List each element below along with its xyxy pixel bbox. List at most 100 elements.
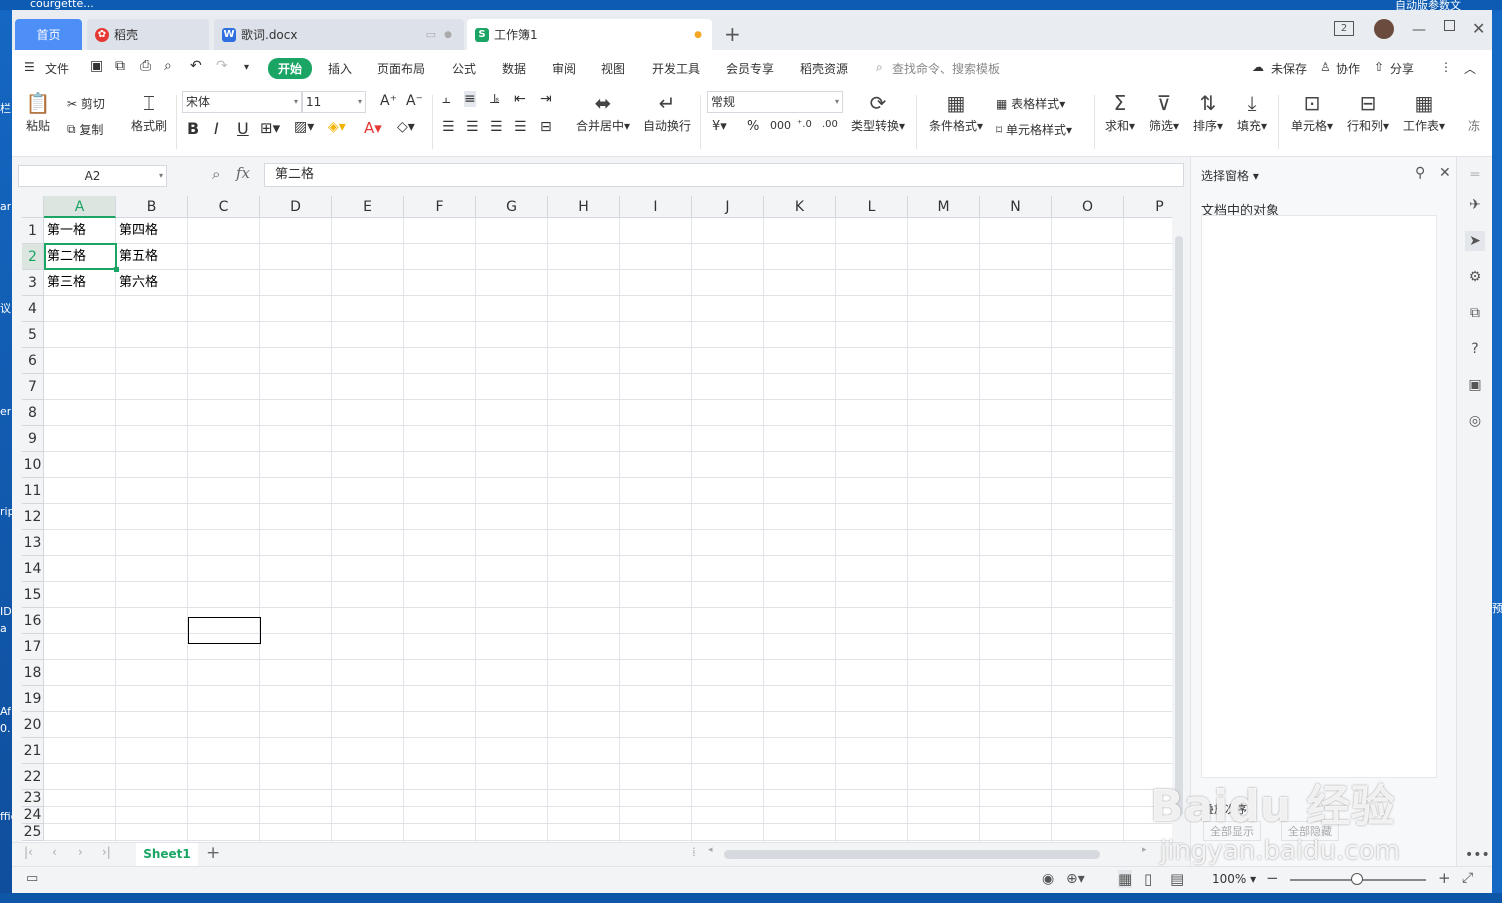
minimize-icon[interactable]: — <box>1412 22 1426 38</box>
row-header[interactable]: 21 <box>22 738 44 764</box>
print-preview-icon[interactable]: ⌕ <box>164 58 172 74</box>
row-header[interactable]: 18 <box>22 660 44 686</box>
menu-file[interactable]: 文件 <box>45 60 69 77</box>
table-style-button[interactable]: ▦ 表格样式 ▾ <box>996 95 1065 112</box>
tab-doc[interactable]: W 歌词.docx ▭ ● <box>214 19 464 50</box>
zoom-in-icon[interactable]: + <box>1438 869 1451 887</box>
avatar[interactable] <box>1374 19 1394 39</box>
first-sheet-icon[interactable]: |‹ <box>24 845 33 859</box>
column-header[interactable]: M <box>908 196 980 218</box>
scroll-left-icon[interactable]: ◂ <box>708 845 713 855</box>
grow-font-icon[interactable]: A⁺ <box>380 93 397 109</box>
column-header[interactable]: B <box>116 196 188 218</box>
menu-page-layout[interactable]: 页面布局 <box>377 60 425 77</box>
eye-protection-icon[interactable]: ◉ <box>1042 871 1054 887</box>
justify-icon[interactable]: ☰ <box>514 119 527 135</box>
undo-icon[interactable]: ↶ <box>190 58 202 74</box>
cell-button[interactable]: ⊡ 单元格▾ <box>1288 89 1336 134</box>
row-header[interactable]: 2 <box>22 244 44 270</box>
cell-B3[interactable]: 第六格 <box>116 270 188 296</box>
menu-member[interactable]: 会员专享 <box>726 60 774 77</box>
fill-color-icon[interactable]: ◈▾ <box>328 119 346 135</box>
normal-view-icon[interactable]: ▦ <box>1118 870 1133 888</box>
column-header[interactable]: O <box>1052 196 1124 218</box>
export-icon[interactable]: ⧉ <box>115 58 125 74</box>
cell-B2[interactable]: 第五格 <box>116 244 188 270</box>
freeze-button[interactable]: 冻 <box>1464 117 1484 134</box>
next-sheet-icon[interactable]: › <box>78 845 83 859</box>
pages-icon[interactable]: ⧉ <box>1465 303 1485 323</box>
row-header[interactable]: 25 <box>22 824 44 841</box>
save-icon[interactable]: ▣ <box>90 58 103 74</box>
clear-icon[interactable]: ◇▾ <box>397 119 415 135</box>
wrap-text-button[interactable]: ↵ 自动换行 <box>640 89 694 134</box>
worksheet-button[interactable]: ▦ 工作表▾ <box>1400 89 1448 134</box>
menu-daoke-resources[interactable]: 稻壳资源 <box>800 60 848 77</box>
row-header[interactable]: 23 <box>22 790 44 807</box>
prev-sheet-icon[interactable]: ‹ <box>52 845 57 859</box>
row-header[interactable]: 19 <box>22 686 44 712</box>
fill-pattern-icon[interactable]: ▨▾ <box>294 119 314 135</box>
select-all-corner[interactable] <box>22 196 44 218</box>
row-header[interactable]: 16 <box>22 608 44 634</box>
shrink-font-icon[interactable]: A⁻ <box>406 93 423 109</box>
vertical-scrollbar[interactable] <box>1172 196 1186 842</box>
share-button[interactable]: 分享 <box>1390 60 1414 77</box>
menu-formula[interactable]: 公式 <box>452 60 476 77</box>
location-icon[interactable]: ◎ <box>1465 411 1485 431</box>
row-header[interactable]: 20 <box>22 712 44 738</box>
row-header[interactable]: 10 <box>22 452 44 478</box>
page-break-view-icon[interactable]: ▤ <box>1170 870 1184 888</box>
maximize-icon[interactable] <box>1444 20 1455 31</box>
scroll-thumb[interactable] <box>1175 236 1183 816</box>
increase-decimal-icon[interactable]: ⁺.0 <box>797 119 812 130</box>
column-header[interactable]: C <box>188 196 260 218</box>
row-header[interactable]: 1 <box>22 218 44 244</box>
thousands-icon[interactable]: 000 <box>770 119 791 132</box>
align-left-icon[interactable]: ☰ <box>442 119 455 135</box>
row-header[interactable]: 5 <box>22 322 44 348</box>
window-count-badge[interactable]: 2 <box>1334 21 1354 36</box>
zoom-slider-thumb[interactable] <box>1351 873 1363 885</box>
column-header[interactable]: K <box>764 196 836 218</box>
zoom-level[interactable]: 100% ▾ <box>1212 872 1256 886</box>
font-select[interactable]: 宋体 ▾ <box>182 91 302 113</box>
more-icon[interactable]: ⋮ <box>1440 60 1452 74</box>
percent-icon[interactable]: % <box>747 119 759 134</box>
row-header[interactable]: 7 <box>22 374 44 400</box>
cell-A3[interactable]: 第三格 <box>44 270 116 296</box>
row-header[interactable]: 24 <box>22 807 44 824</box>
underline-icon[interactable]: U <box>237 119 249 138</box>
align-right-icon[interactable]: ☰ <box>490 119 503 135</box>
row-col-button[interactable]: ⊟ 行和列▾ <box>1344 89 1392 134</box>
zoom-out-icon[interactable]: − <box>1266 869 1279 887</box>
adjust-icon[interactable]: ⚙ <box>1465 267 1485 287</box>
copy-button[interactable]: ⧉ 复制 <box>67 121 103 138</box>
fill-handle[interactable] <box>114 267 119 272</box>
row-header[interactable]: 3 <box>22 270 44 296</box>
border-icon[interactable]: ⊞▾ <box>260 119 280 137</box>
cell-style-button[interactable]: ⌑ 单元格样式 ▾ <box>996 121 1072 138</box>
menu-insert[interactable]: 插入 <box>328 60 352 77</box>
format-painter-button[interactable]: ⌶ 格式刷 <box>128 89 170 134</box>
column-header[interactable]: L <box>836 196 908 218</box>
conditional-format-button[interactable]: ▦ 条件格式▾ <box>926 89 986 134</box>
menu-developer[interactable]: 开发工具 <box>652 60 700 77</box>
new-tab-button[interactable]: + <box>724 22 741 46</box>
align-center-icon[interactable]: ☰ <box>466 119 479 135</box>
sort-button[interactable]: ⇅ 排序▾ <box>1190 89 1226 134</box>
center-view-icon[interactable]: ⊕▾ <box>1066 871 1085 887</box>
column-header[interactable]: F <box>404 196 476 218</box>
column-header[interactable]: J <box>692 196 764 218</box>
rocket-icon[interactable]: ✈ <box>1465 195 1485 215</box>
spreadsheet-grid[interactable]: ABCDEFGHIJKLMNOP 1 2 3 4 5 6 7 8 9 10 11 12 13 14 15 16… <box>22 196 1172 842</box>
rail-more-icon[interactable]: ••• <box>1465 845 1490 865</box>
collapse-ribbon-icon[interactable]: ︿ <box>1464 60 1476 77</box>
row-header[interactable]: 12 <box>22 504 44 530</box>
tab-home[interactable]: 首页 <box>15 19 82 50</box>
cell-B1[interactable]: 第四格 <box>116 218 188 244</box>
italic-icon[interactable]: I <box>214 119 219 138</box>
menu-review[interactable]: 审阅 <box>552 60 576 77</box>
print-icon[interactable]: ⎙ <box>140 58 151 74</box>
row-header[interactable]: 9 <box>22 426 44 452</box>
